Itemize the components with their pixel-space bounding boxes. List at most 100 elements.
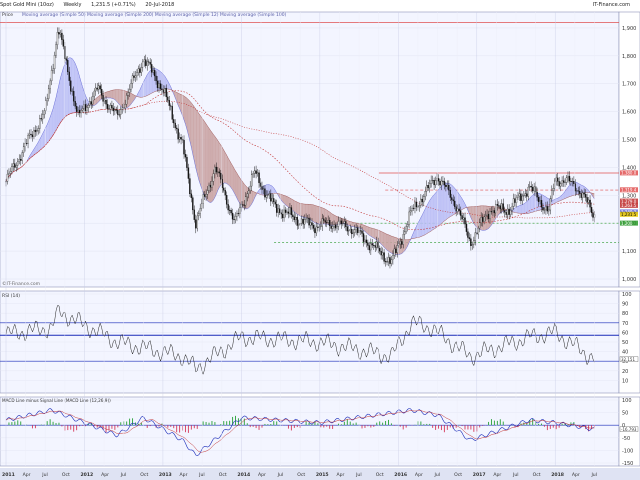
candle-body xyxy=(499,205,502,210)
candle-body xyxy=(248,190,250,194)
candle-body xyxy=(573,181,575,184)
macd-hist-bar xyxy=(226,421,228,426)
candle-body xyxy=(249,185,251,191)
ma-cloud-segment xyxy=(523,202,526,214)
candle-body xyxy=(311,222,313,226)
candle-body xyxy=(227,204,229,211)
candle-body xyxy=(458,208,460,211)
candle-body xyxy=(250,174,253,187)
candle-body xyxy=(531,187,534,192)
macd-hist-bar xyxy=(405,425,407,428)
candle-body xyxy=(364,239,366,242)
candle-body xyxy=(356,227,359,233)
candle-body xyxy=(328,220,331,227)
macd-hist-bar xyxy=(270,424,272,426)
candle-body xyxy=(245,196,247,206)
candle-body xyxy=(403,231,406,235)
macd-hist-bar xyxy=(246,423,248,426)
macd-hist-bar xyxy=(76,425,78,431)
candle-body xyxy=(559,183,562,187)
candle-body xyxy=(317,226,319,228)
candle-body xyxy=(459,210,462,216)
candle-body xyxy=(171,106,173,120)
macd-hist-bar xyxy=(79,425,81,427)
macd-hist-bar xyxy=(402,425,404,430)
candle-body xyxy=(387,257,390,263)
candle-body xyxy=(18,159,20,162)
candle-body xyxy=(108,108,110,110)
ma-cloud-segment xyxy=(145,74,148,97)
price-y-tick: 1,500 xyxy=(622,138,636,144)
candle-body xyxy=(28,133,31,136)
macd-hist-bar xyxy=(108,425,110,431)
time-axis-label: Apr xyxy=(572,472,580,478)
candle-body xyxy=(548,209,550,212)
macd-hist-bar xyxy=(555,425,557,430)
candle-body xyxy=(378,248,381,252)
candle-body xyxy=(37,128,40,131)
ma-cloud-segment xyxy=(64,60,67,118)
candle-body xyxy=(145,59,147,66)
candle-body xyxy=(577,190,579,192)
macd-hist-bar xyxy=(52,421,54,426)
rsi-y-tick: 40 xyxy=(622,350,628,356)
candle-body xyxy=(271,198,273,202)
candle-body xyxy=(562,180,565,183)
macd-hist-bar xyxy=(196,425,198,429)
candle-body xyxy=(173,119,175,124)
candle-body xyxy=(536,191,538,198)
macd-hist-bar xyxy=(70,425,72,430)
candle-body xyxy=(498,205,500,207)
candle-body xyxy=(114,109,116,112)
macd-hist-bar xyxy=(158,425,160,427)
candle-body xyxy=(424,191,426,198)
price-tag: 1,319.4 xyxy=(621,188,637,193)
candle-body xyxy=(124,104,126,109)
macd-hist-bar xyxy=(305,421,307,426)
ma-cloud-segment xyxy=(372,228,374,239)
candle-body xyxy=(353,229,356,234)
candle-body xyxy=(529,185,531,188)
ma-cloud-segment xyxy=(314,205,317,224)
macd-hist-bar xyxy=(326,425,328,427)
price-panel-label: Price xyxy=(2,12,13,18)
candle-body xyxy=(523,195,525,197)
macd-hist-bar xyxy=(373,425,375,427)
candle-body xyxy=(506,208,509,215)
candle-body xyxy=(581,192,584,198)
ma-cloud-segment xyxy=(236,173,239,202)
candle-body xyxy=(323,218,325,221)
candle-body xyxy=(570,180,572,182)
candle-body xyxy=(470,238,472,246)
candle-body xyxy=(58,32,60,35)
ma-cloud-segment xyxy=(475,206,477,228)
macd-hist-bar xyxy=(490,419,492,426)
candle-body xyxy=(345,221,347,227)
candle-body xyxy=(74,101,76,107)
candle-body xyxy=(59,32,62,35)
macd-hist-bar xyxy=(367,425,369,427)
ma-cloud-segment xyxy=(116,89,118,103)
time-axis-label: Jul xyxy=(277,472,284,478)
candle-body xyxy=(509,210,512,215)
price-tag: 1,263.5 xyxy=(621,203,637,208)
macd-hist-bar xyxy=(496,420,498,426)
candle-body xyxy=(8,173,10,175)
price-tag: 1,200 xyxy=(621,221,633,226)
macd-hist-bar xyxy=(55,423,57,426)
candle-body xyxy=(230,209,232,214)
candle-body xyxy=(474,232,476,241)
macd-hist-bar xyxy=(308,422,310,426)
candle-body xyxy=(496,203,499,206)
candle-body xyxy=(390,259,393,264)
time-axis-label: Jul xyxy=(41,472,48,478)
price-chart-svg: 1,9001,8001,7001,6001,5001,4001,3001,200… xyxy=(0,11,640,480)
candle-body xyxy=(337,221,340,227)
ma-cloud-segment xyxy=(519,205,521,214)
rsi-y-tick: 50 xyxy=(622,340,628,346)
candle-body xyxy=(39,118,41,129)
candle-body xyxy=(287,211,290,214)
ma-cloud-segment xyxy=(225,152,227,184)
rsi-y-tick: 20 xyxy=(622,369,628,375)
candle-body xyxy=(167,96,169,101)
